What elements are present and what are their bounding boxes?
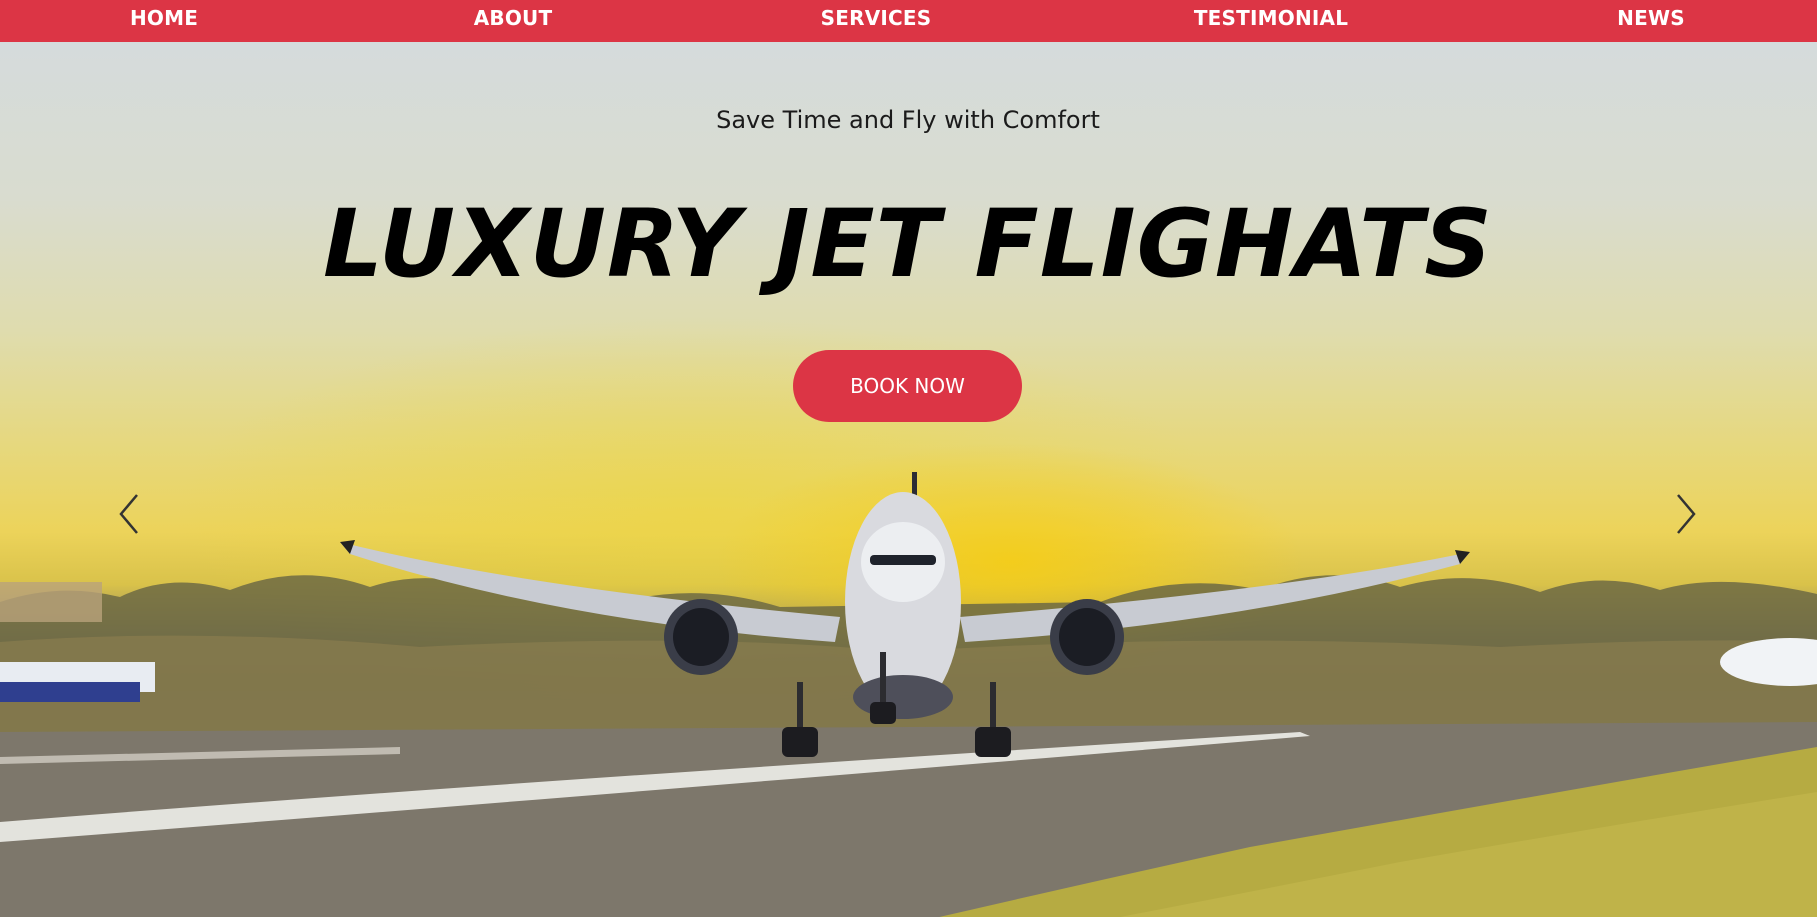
chevron-left-icon	[119, 494, 138, 534]
hero-slider: Save Time and Fly with Comfort LUXURY JE…	[0, 42, 1817, 917]
nav-item-testimonial[interactable]: TESTIMONIAL	[1194, 0, 1348, 42]
nav-item-news[interactable]: NEWS	[1617, 0, 1685, 42]
top-navigation: HOME ABOUT SERVICES TESTIMONIAL NEWS	[0, 0, 1817, 42]
carousel-prev-button[interactable]	[109, 489, 149, 539]
carousel-next-button[interactable]	[1666, 489, 1706, 539]
hero-headline: LUXURY JET FLIGHATS	[323, 190, 1493, 299]
book-now-button[interactable]: BOOK NOW	[793, 350, 1022, 422]
nav-item-home[interactable]: HOME	[130, 0, 198, 42]
hero-subtitle: Save Time and Fly with Comfort	[716, 106, 1100, 134]
chevron-right-icon	[1677, 494, 1696, 534]
nav-item-services[interactable]: SERVICES	[821, 0, 932, 42]
nav-item-about[interactable]: ABOUT	[474, 0, 553, 42]
hero-background-image	[0, 472, 1817, 917]
